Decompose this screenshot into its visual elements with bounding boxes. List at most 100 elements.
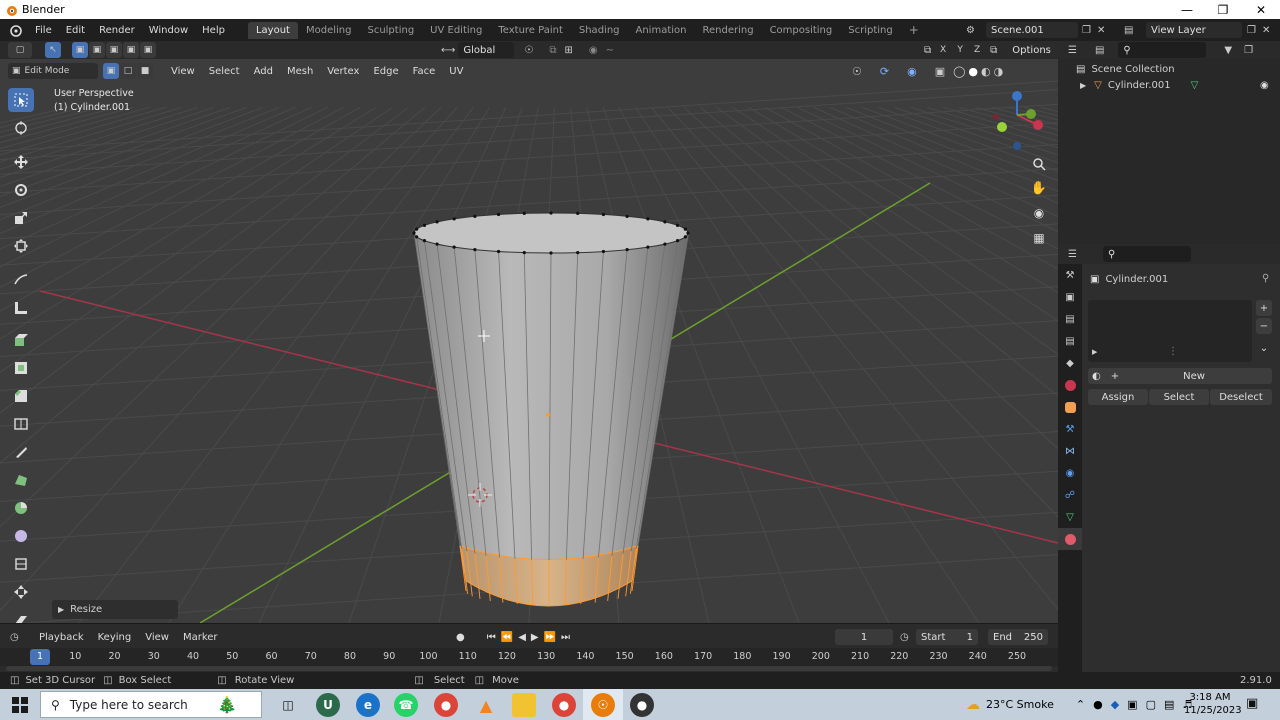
view-layer-icon[interactable]: ▤ <box>1124 25 1146 36</box>
new-view-layer-icon[interactable]: ❐ <box>1247 25 1256 36</box>
outliner-display-mode-icon[interactable]: ▤ <box>1095 45 1104 56</box>
material-shading-icon[interactable]: ◐ <box>981 65 991 78</box>
camera-icon[interactable]: ◉ <box>1028 202 1050 224</box>
loop-cut-tool-icon[interactable] <box>8 412 34 436</box>
scene-name-field[interactable]: Scene.001 <box>986 22 1078 38</box>
select-tool-icon[interactable]: ↖ <box>45 42 61 58</box>
timeline-menu-marker[interactable]: Marker <box>176 632 225 643</box>
deselect-button[interactable]: Deselect <box>1210 389 1272 405</box>
task-view-icon[interactable]: ◫ <box>276 693 300 717</box>
select-intersect-icon[interactable]: ▣ <box>140 42 156 58</box>
windows-start-icon[interactable] <box>12 697 28 713</box>
viewport-menu-mesh[interactable]: Mesh <box>280 66 320 77</box>
expand-arrow-icon[interactable]: ▶ <box>1080 81 1086 90</box>
eye-icon[interactable]: ◉ <box>1260 80 1269 91</box>
viewport-menu-face[interactable]: Face <box>406 66 443 77</box>
data-tab-icon[interactable]: ▽ <box>1058 506 1082 528</box>
tab-animation[interactable]: Animation <box>628 22 695 39</box>
transform-orientation-icon[interactable]: ⟷ <box>441 45 455 56</box>
snap-icon[interactable]: ⧉ <box>549 45 556 56</box>
object-tab-icon[interactable] <box>1058 396 1082 418</box>
viewport-menu-view[interactable]: View <box>164 66 202 77</box>
upwork-app-icon[interactable]: U <box>316 693 340 717</box>
transform-tool-icon[interactable] <box>8 234 34 258</box>
restore-icon[interactable]: ❐ <box>1204 0 1242 19</box>
mirror-x-toggle[interactable]: X <box>935 42 951 58</box>
viewport-menu-select[interactable]: Select <box>202 66 247 77</box>
tab-layout[interactable]: Layout <box>247 21 298 39</box>
slot-specials-icon[interactable]: ⌄ <box>1256 340 1272 356</box>
viewport-menu-edge[interactable]: Edge <box>366 66 405 77</box>
mirror-y-toggle[interactable]: Y <box>952 42 968 58</box>
prev-keyframe-icon[interactable]: ⏪ <box>501 632 513 643</box>
edge-select-icon[interactable]: □ <box>120 63 136 79</box>
material-slot-list[interactable]: ▶ ⋮ <box>1088 300 1252 362</box>
clock[interactable]: 3:18 AM 11/25/2023 <box>1184 691 1242 717</box>
minimize-icon[interactable]: — <box>1168 0 1206 19</box>
jump-end-icon[interactable]: ⏭ <box>561 632 570 643</box>
tab-texture-paint[interactable]: Texture Paint <box>490 22 571 39</box>
assign-button[interactable]: Assign <box>1088 389 1148 405</box>
solid-shading-icon[interactable]: ● <box>968 65 978 78</box>
meet-now-icon[interactable]: ▣ <box>1127 698 1137 711</box>
output-tab-icon[interactable]: ▤ <box>1058 308 1082 330</box>
rotate-tool-icon[interactable] <box>8 178 34 202</box>
scene-icon[interactable]: ⚙ <box>966 25 986 36</box>
delete-scene-icon[interactable]: ✕ <box>1097 25 1105 36</box>
notifications-icon[interactable]: ▣ <box>1246 696 1258 711</box>
material-tab-icon[interactable] <box>1058 528 1082 550</box>
list-resize-handle[interactable]: ⋮ <box>1168 346 1178 357</box>
view-layer-field[interactable]: View Layer <box>1146 22 1242 38</box>
gizmos-icon[interactable]: ⟳ <box>880 65 889 78</box>
timeline-editor-icon[interactable]: ◷ <box>10 632 32 643</box>
menu-edit[interactable]: Edit <box>59 25 92 36</box>
taskbar-search-box[interactable]: ⚲ Type here to search 🎄 <box>40 691 262 718</box>
timeline-ruler[interactable]: 1 10 20 30 40 50 60 70 80 90 100 110 120 130 140 150 160… <box>0 648 1058 666</box>
record-icon[interactable]: ● <box>456 632 465 643</box>
network-icon[interactable]: ▤ <box>1164 698 1174 711</box>
select-box-tool-icon[interactable] <box>8 88 34 112</box>
select-difference-icon[interactable]: ▣ <box>123 42 139 58</box>
measure-tool-icon[interactable] <box>8 296 34 320</box>
spin-tool-icon[interactable] <box>8 496 34 520</box>
transform-orientation-dropdown[interactable]: Global <box>458 42 515 58</box>
end-frame-field[interactable]: End 250 <box>988 629 1048 645</box>
vertex-select-icon[interactable]: ▣ <box>103 63 119 79</box>
obs-icon[interactable]: ● <box>630 693 654 717</box>
tab-shading[interactable]: Shading <box>571 22 628 39</box>
properties-editor-icon[interactable]: ☰ <box>1068 249 1077 260</box>
cursor-tool-icon[interactable] <box>8 116 34 140</box>
play-icon[interactable]: ▶ <box>531 632 539 643</box>
tab-rendering[interactable]: Rendering <box>694 22 761 39</box>
bevel-tool-icon[interactable] <box>8 384 34 408</box>
annotate-tool-icon[interactable] <box>8 268 34 292</box>
edge-browser-icon[interactable]: e <box>356 693 380 717</box>
timeline-scrollbar[interactable] <box>6 666 1052 671</box>
viewport-menu-vertex[interactable]: Vertex <box>320 66 366 77</box>
tab-compositing[interactable]: Compositing <box>762 22 841 39</box>
new-material-button[interactable]: ◐ + New <box>1088 368 1272 384</box>
select-extend-icon[interactable]: ▣ <box>89 42 105 58</box>
timeline-menu-keying[interactable]: Keying <box>91 632 139 643</box>
remove-slot-icon[interactable]: − <box>1256 318 1272 334</box>
tab-uv-editing[interactable]: UV Editing <box>422 22 490 39</box>
tab-scripting[interactable]: Scripting <box>840 22 900 39</box>
topology-mirror-icon[interactable]: ⧉ <box>990 45 997 56</box>
pivot-point-icon[interactable]: ☉ <box>524 45 533 56</box>
tray-chevron-icon[interactable]: ⌃ <box>1076 698 1085 711</box>
3d-viewport[interactable]: ▢ ↖ ▣ ▣ ▣ ▣ ▣ ⟷ Global ☉ ⧉ ⊞ ◉ ∼ ⧉ X Y Z… <box>0 41 1058 623</box>
view-layer-tab-icon[interactable]: ▤ <box>1058 330 1082 352</box>
list-expand-icon[interactable]: ▶ <box>1092 348 1097 356</box>
menu-render[interactable]: Render <box>92 25 142 36</box>
start-frame-field[interactable]: Start 1 <box>916 629 978 645</box>
tab-modeling[interactable]: Modeling <box>298 22 360 39</box>
select-new-icon[interactable]: ▣ <box>72 42 88 58</box>
grid-view-icon[interactable]: ▦ <box>1028 227 1050 249</box>
whatsapp-icon[interactable]: ☎ <box>394 693 418 717</box>
overlays-icon[interactable]: ◉ <box>907 65 917 78</box>
falloff-icon[interactable]: ∼ <box>606 45 614 56</box>
timeline-menu-playback[interactable]: Playback <box>32 632 91 643</box>
physics-tab-icon[interactable]: ◉ <box>1058 462 1082 484</box>
display-icon[interactable]: ▢ <box>1146 698 1156 711</box>
chrome-profile-icon[interactable]: ● <box>552 693 576 717</box>
